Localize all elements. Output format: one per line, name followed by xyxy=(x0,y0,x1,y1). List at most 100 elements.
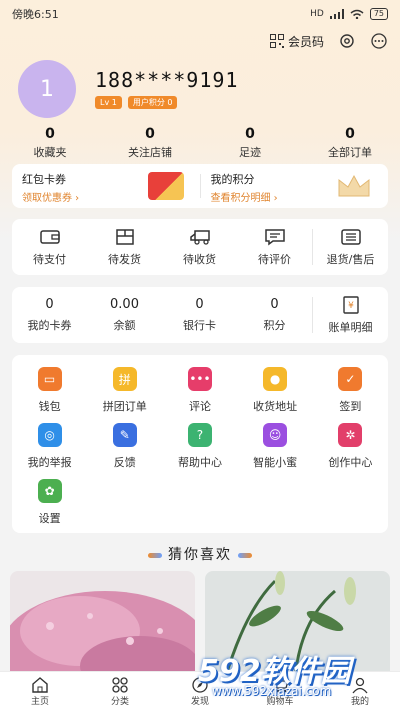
aperture-icon: ✲ xyxy=(338,423,363,447)
decoration-left xyxy=(148,552,162,558)
wallet-bank-cards[interactable]: 0 银行卡 xyxy=(162,287,237,343)
order-card: 待支付 待发货 待收货 待评价 退货/售后 xyxy=(12,219,388,275)
order-label: 退货/售后 xyxy=(326,252,375,266)
member-code-button[interactable]: 会员码 xyxy=(269,33,324,50)
order-label: 待发货 xyxy=(108,252,141,266)
order-label: 待收货 xyxy=(183,252,216,266)
order-pending-receipt[interactable]: 待收货 xyxy=(162,219,237,275)
service-item[interactable]: 拼拼团订单 xyxy=(87,367,162,423)
header-actions: 会员码 xyxy=(269,32,388,50)
stat-all-orders[interactable]: 0 全部订单 xyxy=(300,126,400,160)
coupon-entry[interactable]: 红包卡券 领取优惠券 › xyxy=(12,164,200,208)
return-icon xyxy=(340,228,361,245)
wallet-value: 0 xyxy=(45,297,54,312)
status-icons: HD 75 xyxy=(310,8,388,20)
bottom-tab-bar: 主页 分类 发现 购物车 我的 xyxy=(0,671,400,711)
wallet-points[interactable]: 0 积分 xyxy=(237,287,312,343)
level-badge: Lv 1 xyxy=(95,96,122,109)
service-item[interactable]: ✲ 创作中心 xyxy=(313,423,388,479)
service-item[interactable]: ••• 评论 xyxy=(162,367,237,423)
message-icon[interactable] xyxy=(370,32,388,50)
tab-mine[interactable]: 我的 xyxy=(320,672,400,711)
wallet-label: 我的卡券 xyxy=(27,319,72,332)
status-time: 傍晚6:51 xyxy=(12,8,59,21)
service-item[interactable]: ▭ 钱包 xyxy=(12,367,87,423)
order-after-sales[interactable]: 退货/售后 xyxy=(313,219,388,275)
promo-card: 红包卡券 领取优惠券 › 我的积分 查看积分明细 › xyxy=(12,164,388,208)
service-label: 反馈 xyxy=(113,456,136,469)
calendar-icon: ✓ xyxy=(338,367,363,391)
tab-home[interactable]: 主页 xyxy=(0,672,80,711)
settings-gear-icon[interactable] xyxy=(338,32,356,50)
service-label: 我的举报 xyxy=(27,456,72,469)
wallet-balance[interactable]: 0.00 余额 xyxy=(87,287,162,343)
truck-icon xyxy=(189,229,210,245)
product-card-lilies[interactable] xyxy=(205,571,390,679)
order-pending-payment[interactable]: 待支付 xyxy=(12,219,87,275)
points-badge: 用户积分 0 xyxy=(127,96,178,109)
guess-section-header: 猜你喜欢 xyxy=(0,544,400,564)
stat-favorites[interactable]: 0 收藏夹 xyxy=(0,126,100,160)
product-card-flowers[interactable] xyxy=(10,571,195,679)
tab-label: 购物车 xyxy=(266,697,294,707)
avatar[interactable]: 1 xyxy=(18,60,76,118)
tab-discover[interactable]: 发现 xyxy=(160,672,240,711)
wallet-coupons[interactable]: 0 我的卡券 xyxy=(12,287,87,343)
stat-value: 0 xyxy=(245,126,255,142)
guess-title: 猜你喜欢 xyxy=(168,547,232,563)
service-item[interactable]: ☺ 智能小蜜 xyxy=(238,423,313,479)
order-pending-review[interactable]: 待评价 xyxy=(237,219,312,275)
service-item[interactable]: ✿ 设置 xyxy=(12,479,87,535)
service-label: 收货地址 xyxy=(253,400,298,413)
target-icon: ◎ xyxy=(37,423,62,447)
user-icon xyxy=(352,677,368,694)
bill-details[interactable]: ¥ 账单明细 xyxy=(313,287,388,343)
chat-icon: ••• xyxy=(187,367,212,391)
wallet-value: 0 xyxy=(195,297,204,312)
service-item[interactable]: ✎ 反馈 xyxy=(87,423,162,479)
service-label: 智能小蜜 xyxy=(253,456,298,469)
service-item[interactable]: ◎ 我的举报 xyxy=(12,423,87,479)
stat-followed-shops[interactable]: 0 关注店铺 xyxy=(100,126,200,160)
user-stats: 0 收藏夹 0 关注店铺 0 足迹 0 全部订单 xyxy=(0,126,400,160)
wallet-label: 积分 xyxy=(263,319,286,332)
bill-label: 账单明细 xyxy=(328,320,373,334)
wallet-card: 0 我的卡券 0.00 余额 0 银行卡 0 积分 ¥ 账单明细 xyxy=(12,287,388,343)
wallet-label: 余额 xyxy=(113,319,136,332)
user-badges: Lv 1 用户积分 0 xyxy=(95,96,178,109)
stat-label: 收藏夹 xyxy=(33,146,67,159)
service-label: 签到 xyxy=(339,400,362,413)
wallet-icon xyxy=(39,229,60,244)
service-item[interactable]: ● 收货地址 xyxy=(238,367,313,423)
tab-cart[interactable]: 购物车 xyxy=(240,672,320,711)
service-label: 拼团订单 xyxy=(102,400,147,413)
cart-icon xyxy=(272,677,289,693)
smile-icon: ☺ xyxy=(263,423,288,447)
order-label: 待支付 xyxy=(33,252,66,266)
home-icon xyxy=(32,677,48,693)
discover-icon xyxy=(192,677,208,693)
services-card: ▭ 钱包 拼拼团订单 ••• 评论 ● 收货地址 ✓ 签到 ◎ 我的举报 ✎ 反馈? 帮助中心 ☺ 智能小蜜 ✲… xyxy=(12,355,388,533)
location-icon: ● xyxy=(263,367,288,391)
stat-value: 0 xyxy=(45,126,55,142)
service-label: 设置 xyxy=(38,512,61,525)
services-grid: ▭ 钱包 拼拼团订单 ••• 评论 ● 收货地址 ✓ 签到 ◎ 我的举报 ✎ 反馈? 帮助中心 ☺ 智能小蜜 ✲… xyxy=(12,355,388,535)
help-icon: ? xyxy=(187,423,212,447)
service-label: 创作中心 xyxy=(328,456,373,469)
order-pending-shipment[interactable]: 待发货 xyxy=(87,219,162,275)
stat-label: 全部订单 xyxy=(328,146,372,159)
tab-category[interactable]: 分类 xyxy=(80,672,160,711)
points-entry[interactable]: 我的积分 查看积分明细 › xyxy=(201,164,389,208)
product-image-lilies xyxy=(205,571,390,679)
member-code-label: 会员码 xyxy=(287,34,324,49)
service-item[interactable]: ✓ 签到 xyxy=(313,367,388,423)
order-label: 待评价 xyxy=(258,252,291,266)
stat-label: 关注店铺 xyxy=(128,146,172,159)
box-icon xyxy=(115,228,134,245)
service-label: 钱包 xyxy=(38,400,61,413)
cellular-icon xyxy=(329,9,344,19)
stat-label: 足迹 xyxy=(239,146,261,159)
category-icon xyxy=(112,677,128,693)
service-item[interactable]: ? 帮助中心 xyxy=(162,423,237,479)
stat-footprints[interactable]: 0 足迹 xyxy=(200,126,300,160)
